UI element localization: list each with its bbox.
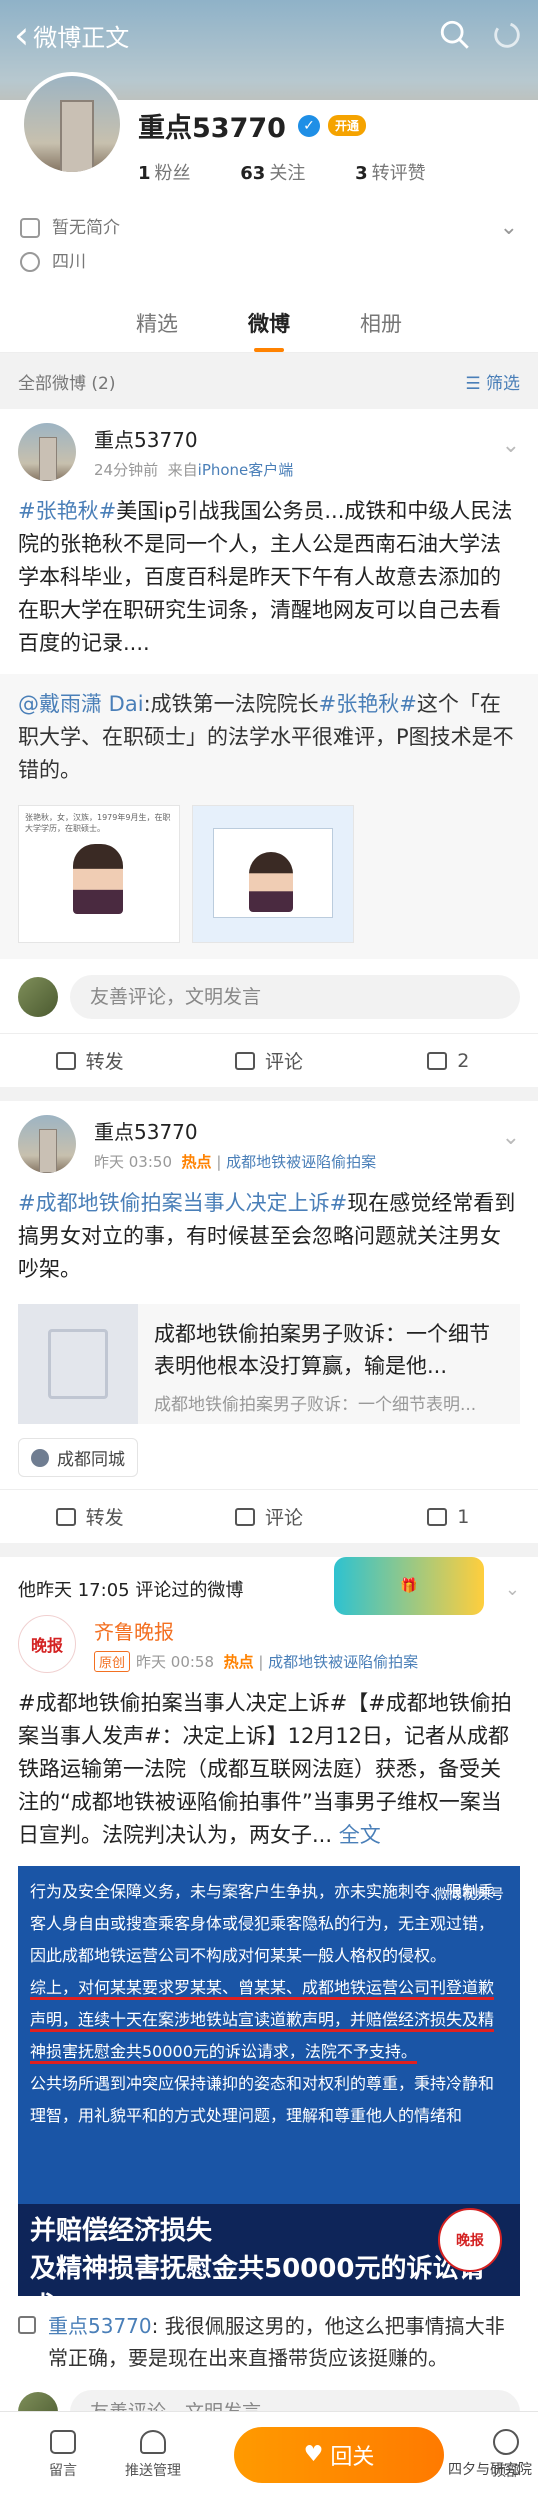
commented-header: 他昨天 17:05 评论过的微博 xyxy=(18,1580,244,1601)
search-icon[interactable] xyxy=(438,18,472,52)
follow-back-button[interactable]: ♥ 回关 xyxy=(234,2426,444,2483)
comment-icon xyxy=(18,2316,36,2334)
fans-stat[interactable]: 1 粉丝 xyxy=(138,163,213,184)
post-time: 24分钟前 xyxy=(94,461,159,479)
chevron-down-icon[interactable]: ⌄ xyxy=(500,211,518,245)
verified-icon: ✓ xyxy=(297,114,320,137)
post-card-2: 重点53770 昨天 03:50 热点 | 成都地铁被诬陷偷拍案 ⌄ #成都地铁… xyxy=(0,1101,538,1543)
vip-badge[interactable]: 开通 xyxy=(327,115,366,136)
comment-button[interactable]: 评论 xyxy=(179,1047,358,1074)
profile-card: 重点53770 ✓ 开通 1 粉丝 63 关注 3 转评赞 暂无简介 ⌄ 四川 xyxy=(0,72,538,293)
my-avatar xyxy=(18,977,58,1017)
loading-icon xyxy=(494,22,520,48)
post-source[interactable]: iPhone客户端 xyxy=(198,461,294,479)
link-card[interactable]: 成都地铁偷拍案男子败诉：一个细节表明他根本没打算赢，输是他... 成都地铁偷拍案… xyxy=(18,1304,520,1424)
watermark: 四夕与研究院 xyxy=(448,2462,532,2478)
filter-bar: 全部微博 (2) ☰ 筛选 xyxy=(0,353,538,409)
comment-button[interactable]: 评论 xyxy=(179,1503,358,1530)
promo-banner[interactable]: 🎁 xyxy=(334,1557,484,1615)
post-card-1: 重点53770 24分钟前 来自iPhone客户端 ⌄ #张艳秋#美国ip引战我… xyxy=(0,409,538,1087)
like-button[interactable]: 2 xyxy=(359,1050,538,1072)
all-posts-label: 全部微博 (2) xyxy=(18,373,116,394)
like-icon xyxy=(427,1051,448,1070)
profile-tabs: 精选 微博 相册 xyxy=(0,293,538,353)
location-icon xyxy=(31,1448,49,1467)
tab-weibo[interactable]: 微博 xyxy=(248,308,290,352)
post-text[interactable]: #成都地铁偷拍案当事人决定上诉#现在感觉经常看到搞男女对立的事，有时候甚至会忽略… xyxy=(18,1187,520,1286)
ip-location: 四川 xyxy=(52,252,86,272)
page-title: 微博正文 xyxy=(33,23,130,52)
repost-image-1[interactable]: 张艳秋，女，汉族，1979年9月生，在职大学学历，在职硕士。 xyxy=(18,805,180,943)
full-text-link[interactable]: 全文 xyxy=(339,1823,381,1847)
top-bar: ‹ 微博正文 xyxy=(0,0,538,70)
post-avatar[interactable] xyxy=(18,423,76,481)
repost-button[interactable]: 转发 xyxy=(0,1503,179,1530)
repost-button[interactable]: 转发 xyxy=(0,1047,179,1074)
bottom-bar: 留言 推送管理 ♥ 回关 顶部 xyxy=(0,2411,538,2497)
chevron-down-icon[interactable]: ⌄ xyxy=(502,433,520,458)
avatar[interactable] xyxy=(20,72,124,176)
repost-block[interactable]: @戴雨潇 Dai:成铁第一法院院长#张艳秋#这个「在职大学、在职硕士」的法学水平… xyxy=(0,674,538,959)
my-comment[interactable]: 重点53770: 我很佩服这男的，他这么把事情搞大非常正确，要是现在出来直播带货… xyxy=(18,2310,520,2374)
comment-input[interactable]: 友善评论，文明发言 xyxy=(70,975,520,1019)
repost-icon xyxy=(55,1051,76,1070)
like-icon xyxy=(427,1507,448,1526)
comment-tab[interactable]: 留言 xyxy=(18,2429,108,2480)
post-avatar[interactable] xyxy=(18,1115,76,1173)
bio: 暂无简介 xyxy=(52,218,120,238)
push-tab[interactable]: 推送管理 xyxy=(108,2429,198,2480)
bio-icon xyxy=(20,218,40,238)
post-avatar[interactable]: 晚报 xyxy=(18,1615,76,1673)
hot-topic-link[interactable]: 成都地铁被诬陷偷拍案 xyxy=(226,1153,376,1171)
location-tag[interactable]: 成都同城 xyxy=(18,1438,138,1477)
user-name: 重点53770 xyxy=(138,113,286,144)
follow-stat[interactable]: 63 关注 xyxy=(240,163,327,184)
post-author[interactable]: 重点53770 xyxy=(94,424,293,453)
like-button[interactable]: 1 xyxy=(359,1506,538,1528)
post-card-3: 他昨天 17:05 评论过的微博 🎁 ⌄ 晚报 齐鲁晚报 原创 昨天 00:58 … xyxy=(0,1557,538,2497)
article-icon xyxy=(18,1304,138,1424)
likes-stat[interactable]: 3 转评赞 xyxy=(355,163,448,184)
ip-icon xyxy=(20,252,40,272)
comment-icon xyxy=(234,1051,255,1070)
post-text[interactable]: #成都地铁偷拍案当事人决定上诉#【#成都地铁偷拍案当事人发声#：决定上诉】12月… xyxy=(18,1687,520,1852)
tab-featured[interactable]: 精选 xyxy=(136,308,178,338)
post-author[interactable]: 重点53770 xyxy=(94,1116,376,1145)
message-icon xyxy=(50,2429,76,2454)
repost-image-2[interactable] xyxy=(192,805,354,943)
comment-icon xyxy=(234,1507,255,1526)
back-icon[interactable]: ‹ xyxy=(14,16,29,54)
post-author[interactable]: 齐鲁晚报 xyxy=(94,1616,418,1645)
arrow-up-icon xyxy=(493,2428,519,2455)
tab-album[interactable]: 相册 xyxy=(360,308,402,338)
post-video-image[interactable]: 行为及安全保障义务，未与案客户生争执，亦未实施刺夺、限制乘客人身自由或搜查乘客身… xyxy=(18,1866,520,2296)
bell-icon xyxy=(140,2429,166,2454)
chevron-down-icon[interactable]: ⌄ xyxy=(505,1579,520,1600)
filter-button[interactable]: ☰ 筛选 xyxy=(465,369,520,394)
repost-icon xyxy=(55,1507,76,1526)
chevron-down-icon[interactable]: ⌄ xyxy=(502,1125,520,1150)
post-text[interactable]: #张艳秋#美国ip引战我国公务员...成铁和中级人民法院的张艳秋不是同一个人，主… xyxy=(18,495,520,660)
qilu-logo-icon: 晚报 xyxy=(438,2208,502,2272)
hot-topic-link[interactable]: 成都地铁被诬陷偷拍案 xyxy=(268,1653,418,1671)
